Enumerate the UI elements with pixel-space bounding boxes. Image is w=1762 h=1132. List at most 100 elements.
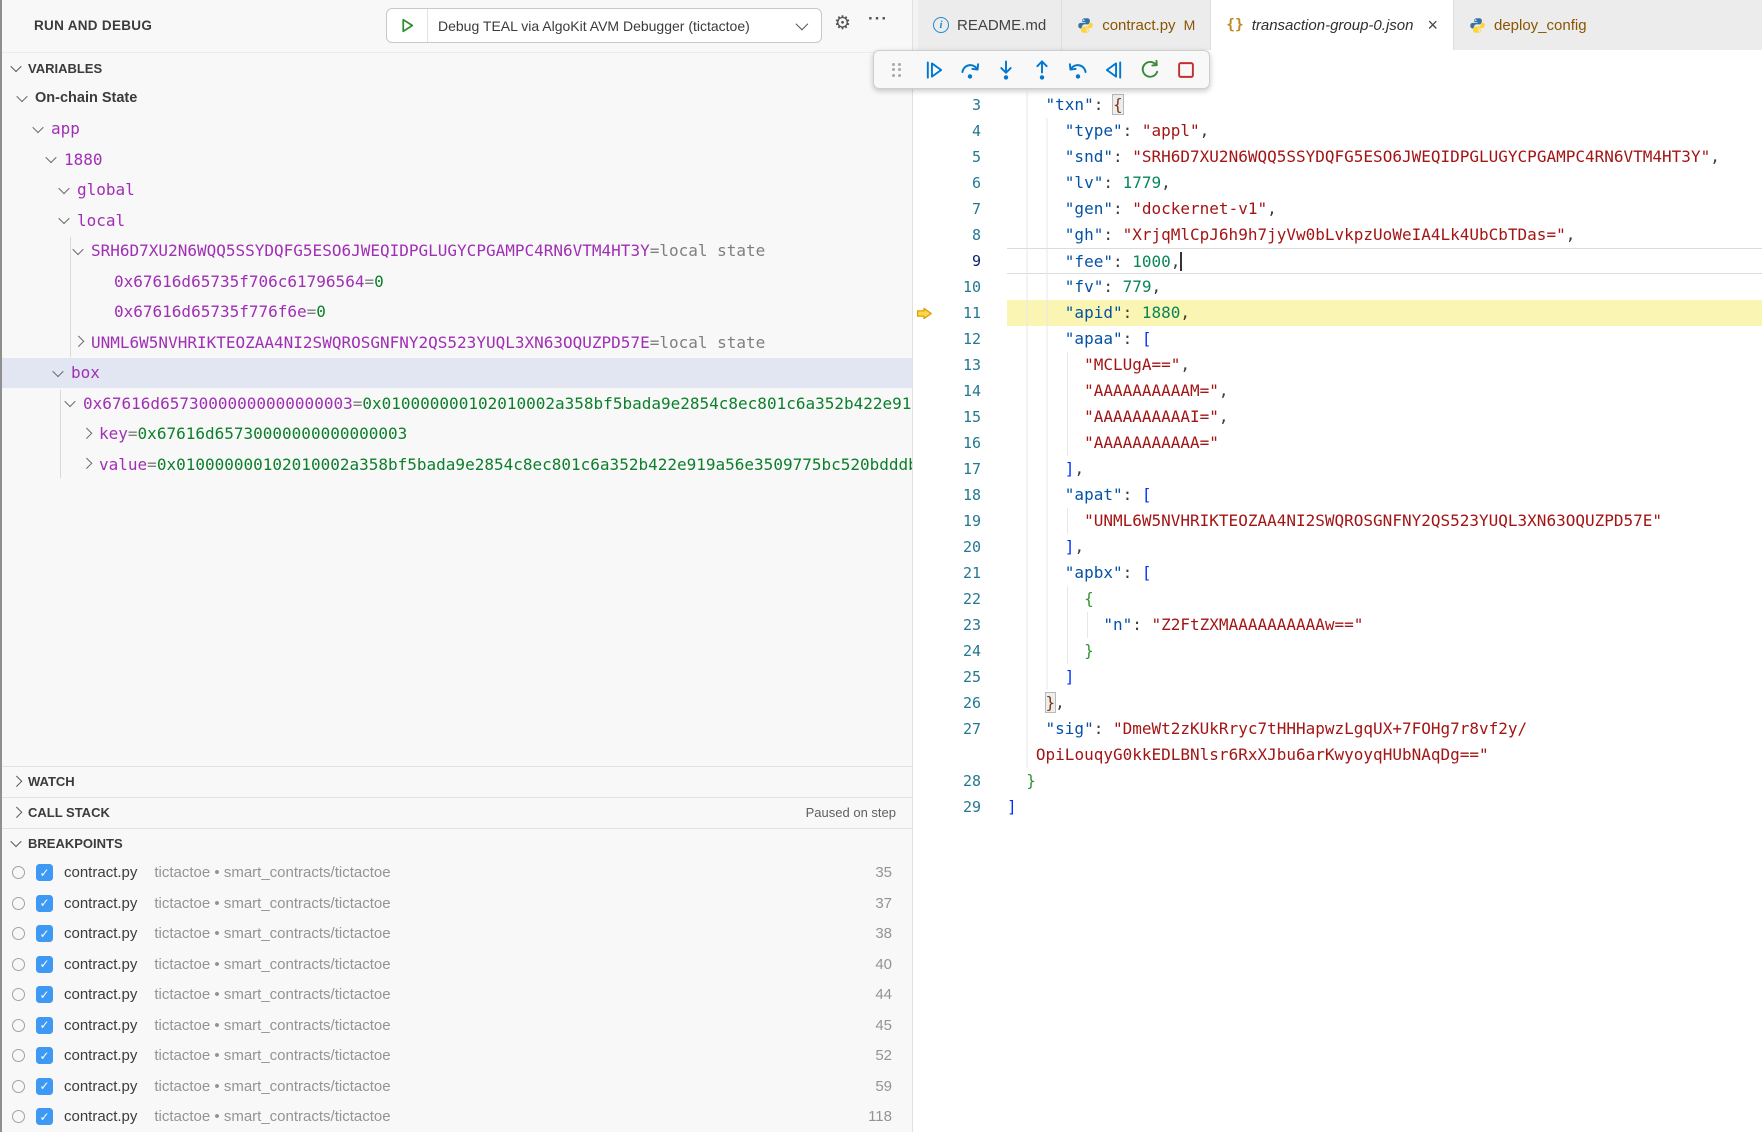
breakpoint-file: contract.py [64, 1108, 137, 1125]
token-key: "lv" [1065, 173, 1104, 192]
variables-tree-row[interactable]: UNML6W5NVHRIKTEOZAA4NI2SWQROSGNFNY2QS523… [2, 327, 912, 358]
variables-tree-row[interactable]: local [2, 205, 912, 236]
code-line: 20 ], [913, 534, 1762, 560]
more-actions-icon[interactable]: ··· [868, 9, 888, 29]
breakpoint-checkbox[interactable]: ✓ [36, 895, 53, 912]
json-editor[interactable]: 2 {3 "txn": {4 "type": "appl",5 "snd": "… [913, 50, 1762, 1132]
equals-sign: = [147, 455, 157, 474]
python-icon [1469, 17, 1486, 34]
line-number-gutter: 12 [913, 326, 1007, 352]
breakpoint-row[interactable]: ✓contract.pytictactoe • smart_contracts/… [2, 888, 912, 919]
breakpoints-section-header[interactable]: BREAKPOINTS [2, 828, 912, 858]
breakpoint-checkbox[interactable]: ✓ [36, 986, 53, 1003]
token-str: "dockernet-v1" [1132, 199, 1267, 218]
token-str: "SRH6D7XU2N6WQQ5SSYDQFG5ESO6JWEQIDPGLUGY… [1132, 147, 1710, 166]
token-p: : [1123, 303, 1142, 322]
chevron-right-icon[interactable] [73, 336, 84, 347]
breakpoint-row[interactable]: ✓contract.pytictactoe • smart_contracts/… [2, 858, 912, 889]
breakpoint-checkbox[interactable]: ✓ [36, 1078, 53, 1095]
code-text: ], [1007, 534, 1762, 560]
token-b1: ] [1065, 537, 1075, 556]
breakpoint-checkbox[interactable]: ✓ [36, 1017, 53, 1034]
code-text: ] [1007, 664, 1762, 690]
variables-tree-row[interactable]: 0x67616d65735f706c61796564 = 0 [2, 266, 912, 297]
info-icon: i [933, 17, 949, 33]
token-key: "fee" [1065, 252, 1113, 271]
equals-sign: = [307, 302, 317, 321]
breakpoint-row[interactable]: ✓contract.pytictactoe • smart_contracts/… [2, 949, 912, 980]
line-number-gutter: 8 [913, 222, 1007, 248]
line-number-gutter: 26 [913, 690, 1007, 716]
chevron-right-icon[interactable] [81, 427, 92, 438]
reverse-continue-button[interactable] [1102, 58, 1125, 81]
breakpoint-row[interactable]: ✓contract.pytictactoe • smart_contracts/… [2, 1071, 912, 1102]
continue-button[interactable] [922, 58, 945, 81]
step-into-button[interactable] [994, 58, 1017, 81]
chevron-down-icon[interactable] [64, 396, 75, 407]
breakpoint-line-number: 38 [875, 925, 892, 942]
variables-tree-row[interactable]: app [2, 114, 912, 145]
step-back-button[interactable] [1066, 58, 1089, 81]
breakpoint-checkbox[interactable]: ✓ [36, 1047, 53, 1064]
code-line: 25 ] [913, 664, 1762, 690]
breakpoint-row[interactable]: ✓contract.pytictactoe • smart_contracts/… [2, 1102, 912, 1132]
breakpoint-file: contract.py [64, 956, 137, 973]
line-number-gutter: 14 [913, 378, 1007, 404]
breakpoint-row[interactable]: ✓contract.pytictactoe • smart_contracts/… [2, 1010, 912, 1041]
variable-value: 0 [374, 272, 384, 291]
chevron-down-icon[interactable] [32, 122, 43, 133]
code-text: } [1007, 768, 1762, 794]
variables-tree-row[interactable]: key = 0x67616d65730000000000000003 [2, 419, 912, 450]
drag-handle[interactable] [886, 58, 909, 81]
variables-section-header[interactable]: VARIABLES [2, 52, 912, 83]
variables-tree-row[interactable]: 1880 [2, 144, 912, 175]
gear-icon[interactable]: ⚙ [834, 12, 851, 35]
code-text: "apat": [ [1007, 482, 1762, 508]
chevron-down-icon[interactable] [58, 183, 69, 194]
call-stack-section-header[interactable]: CALL STACK Paused on step [2, 797, 912, 828]
token-p: , [1566, 225, 1576, 244]
variable-name: SRH6D7XU2N6WQQ5SSYDQFG5ESO6JWEQIDPGLUGYC… [91, 241, 650, 260]
variables-tree-row[interactable]: 0x67616d65735f776f6e = 0 [2, 297, 912, 328]
breakpoint-checkbox[interactable]: ✓ [36, 1108, 53, 1125]
step-out-button[interactable] [1030, 58, 1053, 81]
breakpoint-row[interactable]: ✓contract.pytictactoe • smart_contracts/… [2, 1041, 912, 1072]
tab-contract-py[interactable]: contract.py M [1062, 0, 1211, 50]
code-line: 29] [913, 794, 1762, 820]
chevron-right-icon[interactable] [81, 458, 92, 469]
tab-readme-md[interactable]: i README.md [918, 0, 1062, 50]
chevron-down-icon[interactable] [16, 91, 27, 102]
breakpoint-checkbox[interactable]: ✓ [36, 956, 53, 973]
variables-tree-row[interactable]: SRH6D7XU2N6WQQ5SSYDQFG5ESO6JWEQIDPGLUGYC… [2, 236, 912, 267]
code-line: 18 "apat": [ [913, 482, 1762, 508]
breakpoint-row[interactable]: ✓contract.pytictactoe • smart_contracts/… [2, 980, 912, 1011]
breakpoint-checkbox[interactable]: ✓ [36, 925, 53, 942]
chevron-down-icon[interactable] [72, 244, 83, 255]
tab-transaction-group-0-json[interactable]: {} transaction-group-0.json × [1211, 0, 1454, 50]
stop-button[interactable] [1174, 58, 1197, 81]
watch-section-header[interactable]: WATCH [2, 766, 912, 797]
chevron-down-icon[interactable] [45, 152, 56, 163]
tab-deploy-config[interactable]: deploy_config [1454, 0, 1762, 50]
token-str: "UNML6W5NVHRIKTEOZAA4NI2SWQROSGNFNY2QS52… [1084, 511, 1662, 530]
debug-config-dropdown[interactable]: Debug TEAL via AlgoKit AVM Debugger (tic… [386, 8, 822, 43]
code-line: 10 "fv": 779, [913, 274, 1762, 300]
step-over-button[interactable] [958, 58, 981, 81]
token-b3m: { [1113, 95, 1123, 114]
chevron-down-icon[interactable] [52, 366, 63, 377]
breakpoint-row[interactable]: ✓contract.pytictactoe • smart_contracts/… [2, 919, 912, 950]
variables-tree-row[interactable]: 0x67616d65730000000000000003 = 0x0100000… [2, 388, 912, 419]
variables-tree-row[interactable]: value = 0x010000000102010002a358bf5bada9… [2, 449, 912, 480]
variables-tree-row[interactable]: box [2, 358, 912, 389]
start-debug-button[interactable] [387, 9, 428, 42]
code-line: 17 ], [913, 456, 1762, 482]
restart-button[interactable] [1138, 58, 1161, 81]
chevron-down-icon[interactable] [58, 213, 69, 224]
code-text: "MCLUgA==", [1007, 352, 1762, 378]
breakpoint-checkbox[interactable]: ✓ [36, 864, 53, 881]
equals-sign: = [353, 394, 363, 413]
close-icon[interactable]: × [1427, 16, 1438, 34]
token-b2: { [1084, 589, 1094, 608]
variables-tree-row[interactable]: global [2, 175, 912, 206]
variables-tree-row[interactable]: On-chain State [2, 83, 912, 114]
